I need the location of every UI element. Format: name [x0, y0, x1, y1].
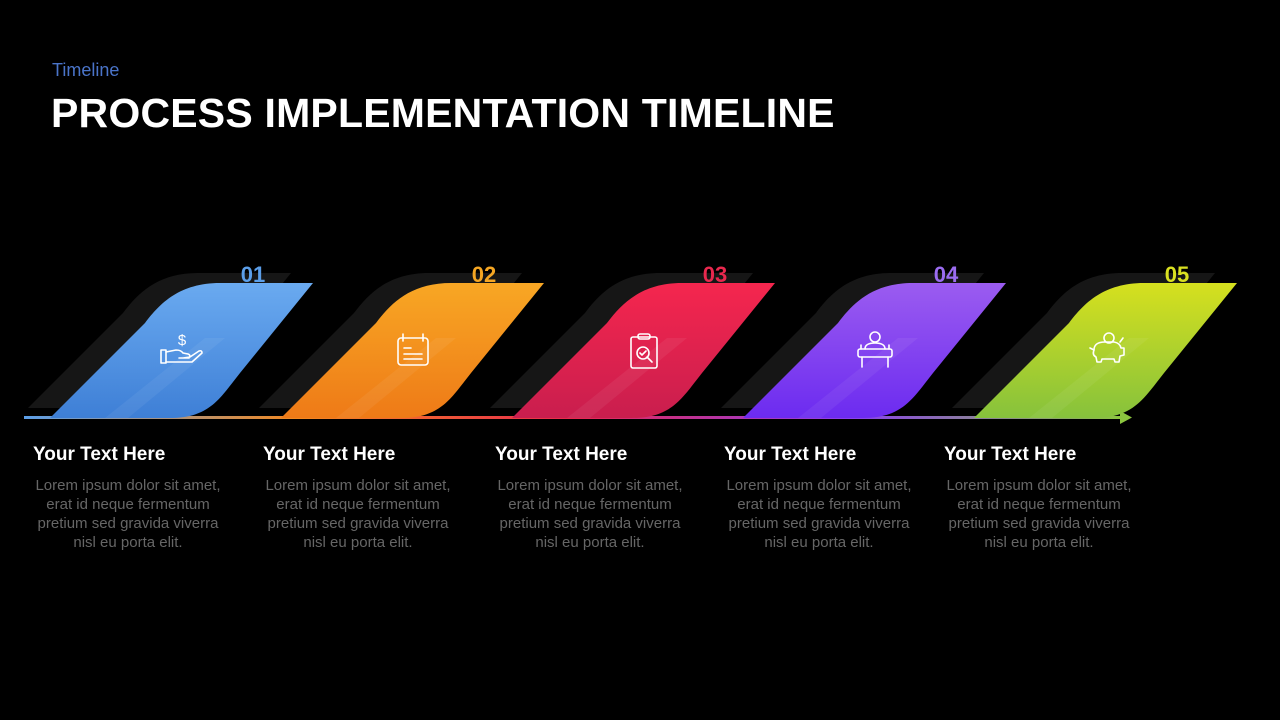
step-description: Lorem ipsum dolor sit amet, erat id nequ…	[497, 477, 683, 551]
step-description: Lorem ipsum dolor sit amet, erat id nequ…	[946, 477, 1132, 551]
step-description: Lorem ipsum dolor sit amet, erat id nequ…	[265, 477, 451, 551]
step-number-5: 05	[1165, 262, 1189, 287]
timeline-diagram: 01 02 03 04 05 $	[24, 262, 1237, 424]
step-number-2: 02	[472, 262, 496, 287]
step-heading: Your Text Here	[495, 444, 628, 465]
step-heading: Your Text Here	[724, 444, 857, 465]
step-description: Lorem ipsum dolor sit amet, erat id nequ…	[35, 477, 221, 551]
step-caption-1: Your Text Here Lorem ipsum dolor sit ame…	[33, 444, 223, 552]
step-caption-5: Your Text Here Lorem ipsum dolor sit ame…	[944, 444, 1134, 552]
step-heading: Your Text Here	[33, 444, 166, 465]
step-caption-3: Your Text Here Lorem ipsum dolor sit ame…	[495, 444, 685, 552]
step-numbers: 01 02 03 04 05	[241, 262, 1189, 287]
step-heading: Your Text Here	[263, 444, 396, 465]
step-number-1: 01	[241, 262, 265, 287]
step-number-3: 03	[703, 262, 727, 287]
step-caption-2: Your Text Here Lorem ipsum dolor sit ame…	[263, 444, 453, 552]
step-number-4: 04	[934, 262, 959, 287]
svg-text:$: $	[178, 332, 187, 349]
step-description: Lorem ipsum dolor sit amet, erat id nequ…	[726, 477, 912, 551]
step-heading: Your Text Here	[944, 444, 1077, 465]
step-caption-4: Your Text Here Lorem ipsum dolor sit ame…	[724, 444, 914, 552]
